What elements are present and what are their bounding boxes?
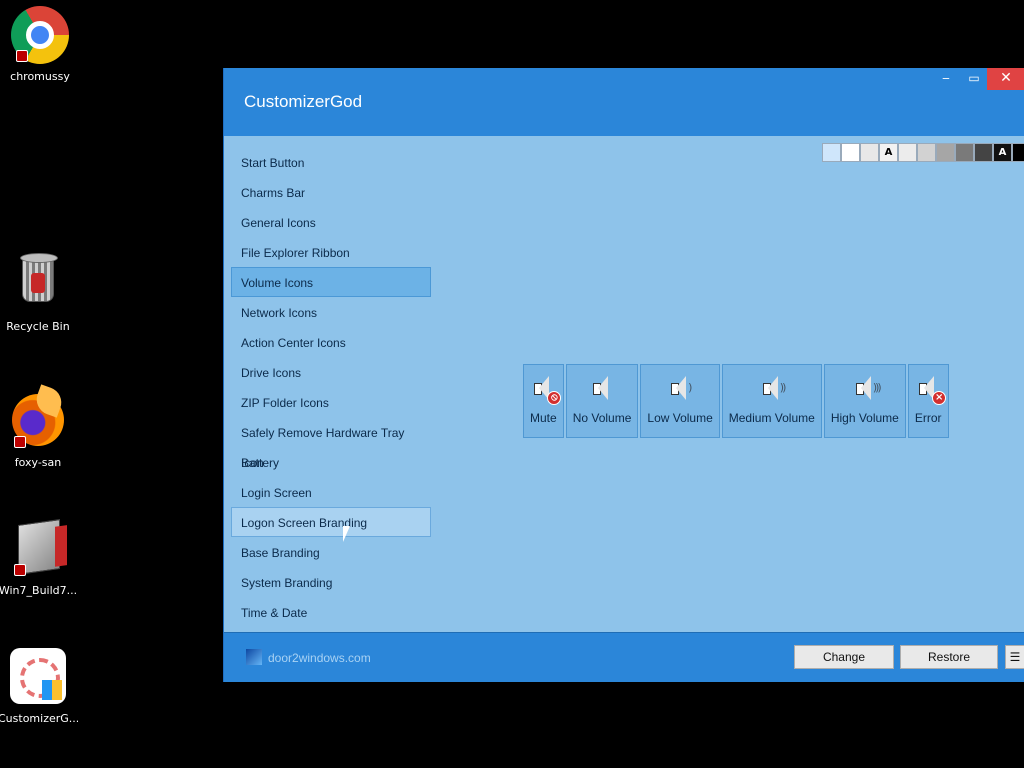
sidebar-item-logon-screen-branding[interactable]: Logon Screen Branding [231, 507, 431, 537]
sidebar-item-action-center-icons[interactable]: Action Center Icons [231, 327, 431, 357]
desktop-icon-firefox[interactable]: foxy-san [0, 392, 78, 469]
desktop-icon-label: Win7_Build7... [0, 584, 78, 597]
customizergod-icon [8, 648, 68, 708]
desktop-icon-label: foxy-san [14, 456, 62, 469]
sidebar-item-charms-bar[interactable]: Charms Bar [231, 177, 431, 207]
minimize-button[interactable]: ‒ [934, 68, 958, 90]
volume-tile-label: Medium Volume [728, 411, 815, 425]
desktop-icon-customizergod[interactable]: CustomizerG... [0, 648, 78, 725]
sidebar-item-file-explorer-ribbon[interactable]: File Explorer Ribbon [231, 237, 431, 267]
volume-tile-no-volume[interactable]: No Volume [565, 364, 639, 438]
swatch[interactable] [974, 143, 993, 162]
speaker-icon [762, 375, 781, 401]
sound-waves-icon: ))) [872, 381, 882, 394]
volume-icons-row: ⦸ Mute No Volume ) Low Volume )) Medium … [523, 364, 949, 438]
desktop-icon-label: Recycle Bin [6, 320, 70, 333]
mouse-cursor-icon [342, 526, 351, 544]
sidebar-item-start-button[interactable]: Start Button [231, 147, 431, 177]
swatch[interactable]: A [993, 143, 1012, 162]
sidebar-item-zip-folder-icons[interactable]: ZIP Folder Icons [231, 387, 431, 417]
door2windows-logo-icon [246, 649, 262, 665]
volume-tile-label: Error [914, 411, 942, 425]
sidebar-item-battery[interactable]: Battery [231, 447, 431, 477]
error-badge-icon: × [932, 391, 947, 405]
sound-waves-icon: ) [688, 381, 693, 394]
volume-tile-label: High Volume [830, 411, 899, 425]
category-list: Start Button Charms Bar General Icons Fi… [231, 147, 431, 627]
title-bar[interactable]: CustomizerGod ‒ ▭ ✕ [224, 68, 1024, 136]
sidebar-item-general-icons[interactable]: General Icons [231, 207, 431, 237]
speaker-icon [855, 375, 874, 401]
volume-tile-label: Low Volume [647, 411, 713, 425]
swatch[interactable] [917, 143, 936, 162]
recycle-bin-icon [8, 253, 68, 316]
swatch[interactable] [1012, 143, 1024, 162]
swatch[interactable] [955, 143, 974, 162]
chrome-icon [10, 6, 70, 66]
desktop-icon-label: CustomizerG... [0, 712, 78, 725]
sidebar-item-time-date[interactable]: Time & Date [231, 597, 431, 627]
speaker-icon [593, 375, 611, 401]
sidebar-item-network-icons[interactable]: Network Icons [231, 297, 431, 327]
volume-tile-mute[interactable]: ⦸ Mute [523, 364, 564, 438]
close-button[interactable]: ✕ [987, 68, 1024, 90]
sidebar-item-system-branding[interactable]: System Branding [231, 567, 431, 597]
swatch[interactable]: A [879, 143, 898, 162]
swatch[interactable] [936, 143, 955, 162]
volume-tile-label: No Volume [572, 411, 632, 425]
swatch[interactable] [822, 143, 841, 162]
customizergod-window: CustomizerGod ‒ ▭ ✕ Start Button Charms … [223, 68, 1024, 682]
sidebar-item-volume-icons[interactable]: Volume Icons [231, 267, 431, 297]
change-button[interactable]: Change [794, 645, 894, 669]
maximize-button[interactable]: ▭ [962, 68, 986, 90]
menu-button[interactable]: ☰ [1005, 645, 1024, 669]
volume-tile-error[interactable]: × Error [907, 364, 949, 438]
background-swatches: A A [822, 143, 1024, 162]
sidebar-item-login-screen[interactable]: Login Screen [231, 477, 431, 507]
desktop-icon-chrome[interactable]: chromussy [0, 6, 80, 83]
brand-link[interactable]: door2windows.com [268, 651, 371, 665]
volume-tile-medium-volume[interactable]: )) Medium Volume [721, 364, 822, 438]
swatch[interactable] [860, 143, 879, 162]
footer-bar: door2windows.com Change Restore ☰ [224, 632, 1024, 682]
sound-waves-icon: )) [779, 381, 786, 394]
sidebar-item-safely-remove-hardware[interactable]: Safely Remove Hardware Tray Icon [231, 417, 431, 470]
desktop-icon-label: chromussy [10, 70, 70, 83]
volume-tile-low-volume[interactable]: ) Low Volume [640, 364, 720, 438]
swatch[interactable] [898, 143, 917, 162]
win7-build-icon [8, 519, 68, 580]
sidebar-item-drive-icons[interactable]: Drive Icons [231, 357, 431, 387]
desktop-icon-recycle-bin[interactable]: Recycle Bin [0, 253, 78, 333]
desktop-icon-win7-build[interactable]: Win7_Build7... [0, 519, 78, 597]
swatch[interactable] [841, 143, 860, 162]
sidebar-item-base-branding[interactable]: Base Branding [231, 537, 431, 567]
volume-tile-label: Mute [530, 411, 557, 425]
restore-button[interactable]: Restore [900, 645, 998, 669]
mute-badge-icon: ⦸ [547, 391, 562, 405]
volume-tile-high-volume[interactable]: ))) High Volume [823, 364, 906, 438]
desktop: chromussy Recycle Bin foxy-san Win7_Buil… [0, 0, 1024, 768]
firefox-icon [8, 392, 68, 452]
speaker-icon [671, 375, 689, 401]
app-title: CustomizerGod [244, 92, 363, 111]
